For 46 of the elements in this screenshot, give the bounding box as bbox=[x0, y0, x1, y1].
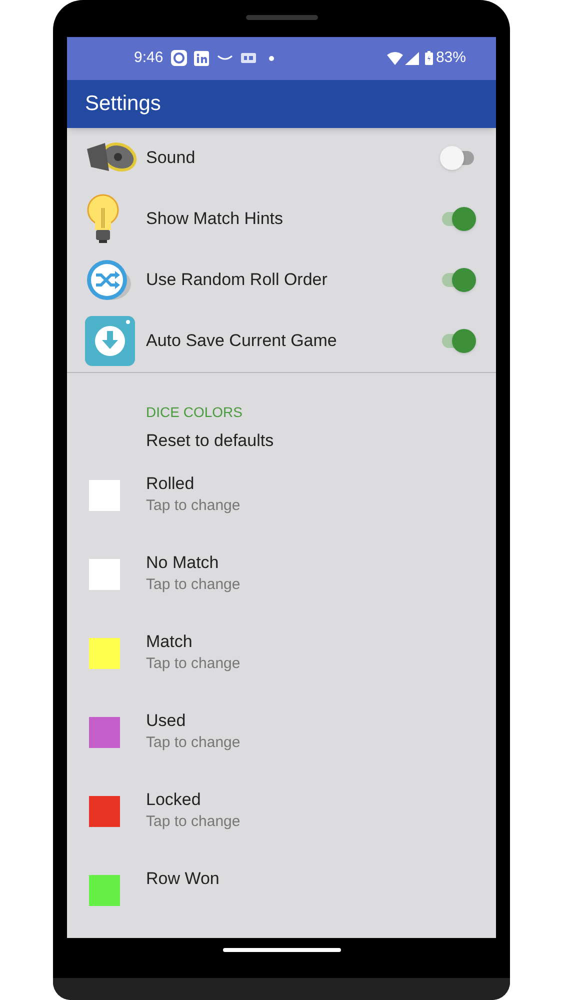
toggle-switch[interactable] bbox=[440, 329, 476, 354]
dot-icon bbox=[269, 56, 274, 61]
color-title: Match bbox=[146, 632, 194, 652]
color-title: Rolled bbox=[146, 474, 196, 494]
linkedin-icon bbox=[194, 50, 210, 66]
color-subtitle: Tap to change bbox=[146, 734, 240, 752]
setting-row[interactable]: Show Match Hints bbox=[67, 188, 496, 250]
light-bulb-icon bbox=[85, 194, 121, 244]
color-subtitle: Tap to change bbox=[146, 812, 240, 831]
color-subtitle: Tap to change bbox=[146, 496, 240, 515]
battery-percentage: 83% bbox=[436, 48, 466, 68]
color-setting-row[interactable]: No Match Tap to change bbox=[67, 542, 496, 622]
setting-row[interactable]: Use Random Roll Order bbox=[67, 250, 496, 311]
color-setting-row[interactable]: Used Tap to change bbox=[67, 700, 496, 780]
reset-defaults-item[interactable]: Reset to defaults bbox=[67, 425, 496, 457]
color-subtitle: Tap to change bbox=[146, 576, 240, 594]
toggle-switch[interactable] bbox=[440, 146, 476, 170]
color-setting-row[interactable]: Locked Tap to change bbox=[67, 780, 496, 859]
signal-icon bbox=[404, 52, 419, 65]
section-header: DICE COLORS bbox=[146, 404, 242, 420]
color-setting-row[interactable]: Rolled Tap to change bbox=[67, 464, 496, 543]
toggle-switch[interactable] bbox=[440, 207, 476, 232]
color-title: Locked bbox=[146, 790, 202, 810]
color-title: No Match bbox=[146, 552, 220, 573]
setting-label: Use Random Roll Order bbox=[146, 269, 328, 292]
color-setting-row[interactable]: Row Won bbox=[67, 858, 496, 938]
color-subtitle: Tap to change bbox=[146, 654, 240, 673]
color-title: Used bbox=[146, 710, 187, 731]
card-icon bbox=[241, 53, 256, 64]
wifi-icon bbox=[386, 52, 403, 65]
setting-label: Auto Save Current Game bbox=[146, 330, 338, 352]
screen-title: Settings bbox=[85, 90, 161, 117]
setting-label: Show Match Hints bbox=[146, 208, 284, 230]
smile-icon bbox=[217, 54, 234, 62]
download-icon bbox=[85, 316, 135, 366]
shuffle-icon bbox=[85, 258, 133, 302]
color-title: Row Won bbox=[146, 868, 220, 889]
battery-icon bbox=[424, 51, 433, 66]
toggle-switch[interactable] bbox=[440, 268, 476, 292]
setting-row[interactable]: Auto Save Current Game bbox=[67, 310, 496, 372]
speaker-grille bbox=[246, 15, 318, 20]
color-setting-row[interactable]: Match Tap to change bbox=[67, 622, 496, 701]
status-time: 9:46 bbox=[134, 48, 164, 68]
chat-icon bbox=[171, 50, 188, 66]
setting-row[interactable]: Sound bbox=[67, 128, 496, 189]
setting-label: Sound bbox=[146, 147, 196, 170]
